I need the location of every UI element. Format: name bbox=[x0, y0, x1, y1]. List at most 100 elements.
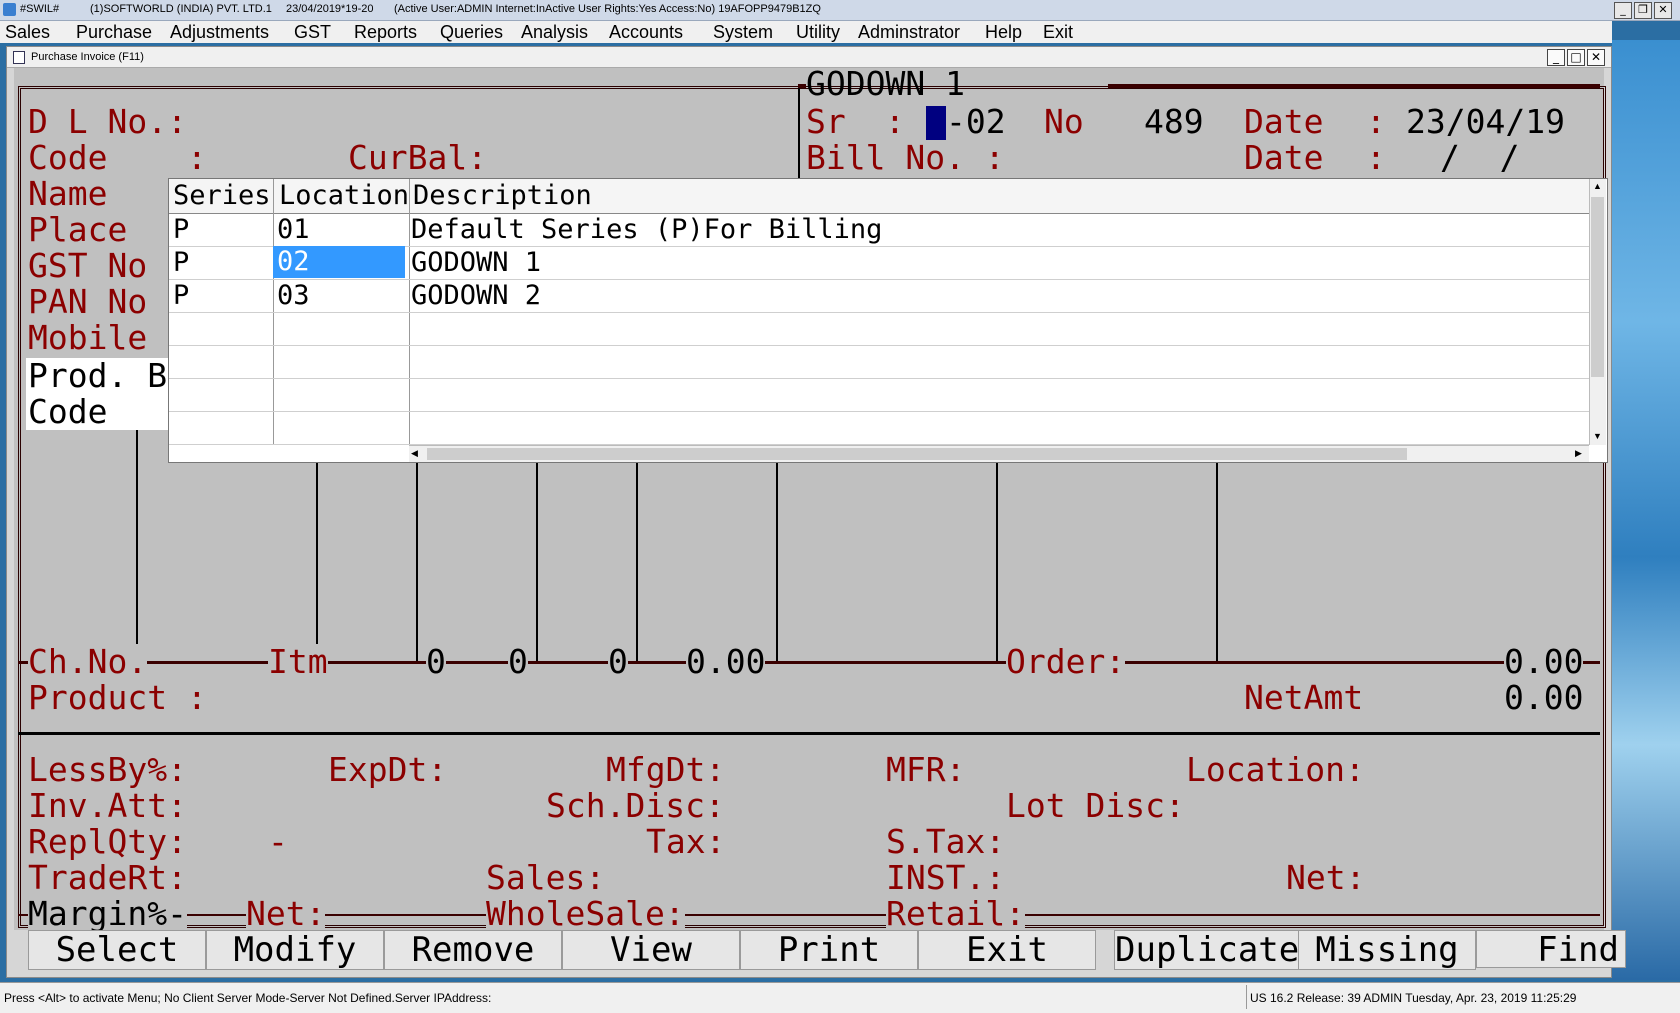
company-name: (1)SOFTWORLD (INDIA) PVT. LTD.1 bbox=[90, 3, 272, 15]
text-cursor[interactable] bbox=[926, 106, 946, 140]
sr-label: Sr bbox=[806, 102, 846, 141]
date-colon: : bbox=[1366, 102, 1386, 141]
retail-label: Retail: bbox=[886, 894, 1026, 933]
print-button[interactable]: Print bbox=[740, 930, 918, 970]
invatt-label: Inv.Att: bbox=[28, 786, 187, 825]
window-close-icon[interactable]: ✕ bbox=[1587, 49, 1605, 66]
dropdown-row[interactable]: P 03 GODOWN 2 bbox=[169, 279, 1589, 313]
bill-date-label: Date bbox=[1244, 138, 1324, 177]
modify-button[interactable]: Modify bbox=[206, 930, 384, 970]
hscroll-thumb[interactable] bbox=[427, 448, 1407, 460]
header-divider bbox=[798, 86, 800, 180]
row-description: GODOWN 2 bbox=[411, 280, 542, 311]
row-series: P bbox=[173, 214, 190, 245]
scroll-thumb[interactable] bbox=[1591, 197, 1604, 377]
grid-line bbox=[536, 460, 538, 662]
close-icon[interactable]: ✕ bbox=[1654, 2, 1672, 19]
scroll-up-icon[interactable]: ▲ bbox=[1593, 181, 1602, 191]
menu-gst[interactable]: GST bbox=[294, 22, 331, 43]
missing-button[interactable]: Missing bbox=[1298, 930, 1476, 970]
vertical-scrollbar[interactable]: ▲ ▼ bbox=[1589, 179, 1606, 445]
row-series: P bbox=[173, 247, 190, 278]
row-description: Default Series (P)For Billing bbox=[411, 214, 883, 245]
window-minimize-icon[interactable]: _ bbox=[1547, 49, 1565, 66]
scroll-left-icon[interactable]: ◀ bbox=[411, 448, 418, 459]
total-qty-1: 0 bbox=[426, 642, 446, 681]
order-label: Order: bbox=[1006, 642, 1126, 681]
mfr-label: MFR: bbox=[886, 750, 966, 789]
status-message: Press <Alt> to activate Menu; No Client … bbox=[4, 991, 492, 1005]
section-divider bbox=[18, 732, 1600, 735]
dropdown-row-empty bbox=[169, 312, 1589, 346]
curbal-label: CurBal: bbox=[348, 138, 488, 177]
lotdisc-label: Lot Disc: bbox=[1006, 786, 1185, 825]
menu-reports[interactable]: Reports bbox=[354, 22, 417, 43]
menu-accounts[interactable]: Accounts bbox=[609, 22, 683, 43]
row-location: 03 bbox=[277, 280, 310, 311]
row-series: P bbox=[173, 280, 190, 311]
grid-line bbox=[776, 460, 778, 662]
location-label: Location: bbox=[1186, 750, 1365, 789]
expdt-label: ExpDt: bbox=[328, 750, 448, 789]
netamt-label: NetAmt bbox=[1244, 678, 1364, 717]
margin-label: Margin%- bbox=[28, 894, 187, 933]
series-location-dropdown[interactable]: Series Location Description P 01 Default… bbox=[168, 178, 1608, 463]
dropdown-row-selected[interactable]: P 02 GODOWN 1 bbox=[169, 246, 1589, 280]
menu-help[interactable]: Help bbox=[985, 22, 1022, 43]
row-location: 01 bbox=[277, 214, 310, 245]
date-value[interactable]: 23/04/19 bbox=[1406, 104, 1565, 140]
code-label: Code : bbox=[28, 138, 207, 177]
menu-purchase[interactable]: Purchase bbox=[76, 22, 152, 43]
grid-line bbox=[996, 460, 998, 662]
duplicate-button[interactable]: Duplicate bbox=[1114, 930, 1300, 970]
dropdown-row[interactable]: P 01 Default Series (P)For Billing bbox=[169, 213, 1589, 247]
menu-system[interactable]: System bbox=[713, 22, 773, 43]
menu-adjustments[interactable]: Adjustments bbox=[170, 22, 269, 43]
net-label: Net: bbox=[1286, 858, 1366, 897]
select-button[interactable]: Select bbox=[28, 930, 206, 970]
session-datetime: 23/04/2019*19-20 bbox=[286, 3, 374, 15]
app-name: #SWIL# bbox=[20, 3, 60, 15]
scroll-right-icon[interactable]: ▶ bbox=[1575, 448, 1582, 459]
product-label: Product : bbox=[28, 678, 207, 717]
order-value: 0.00 bbox=[1504, 642, 1584, 681]
status-version: US 16.2 Release: 39 ADMIN Tuesday, Apr. … bbox=[1250, 991, 1577, 1005]
remove-button[interactable]: Remove bbox=[384, 930, 562, 970]
view-button[interactable]: View bbox=[562, 930, 740, 970]
no-value: 489 bbox=[1144, 102, 1204, 141]
grid-line bbox=[316, 460, 318, 662]
session-info: (Active User:ADMIN Internet:InActive Use… bbox=[394, 3, 821, 15]
restore-icon[interactable]: ❐ bbox=[1634, 2, 1652, 19]
menu-utility[interactable]: Utility bbox=[796, 22, 840, 43]
wholesale-label: WholeSale: bbox=[486, 894, 685, 933]
chno-label: Ch.No. bbox=[28, 642, 148, 681]
row-description: GODOWN 1 bbox=[411, 247, 542, 278]
itm-label: Itm bbox=[268, 642, 328, 681]
total-qty-2: 0 bbox=[508, 642, 528, 681]
dropdown-row-empty bbox=[169, 378, 1589, 412]
total-amount: 0.00 bbox=[686, 642, 766, 681]
stax-label: S.Tax: bbox=[886, 822, 1006, 861]
bill-no-label: Bill No. : bbox=[806, 138, 1005, 177]
scroll-down-icon[interactable]: ▼ bbox=[1593, 431, 1602, 441]
menu-adminstrator[interactable]: Adminstrator bbox=[858, 22, 960, 43]
menu-sales[interactable]: Sales bbox=[5, 22, 50, 43]
find-button[interactable]: Find bbox=[1476, 930, 1626, 969]
bill-date-value[interactable]: / / bbox=[1440, 140, 1519, 176]
minimize-icon[interactable]: _ bbox=[1614, 2, 1632, 19]
no-label: No bbox=[1044, 102, 1084, 141]
dropdown-row-empty bbox=[169, 411, 1589, 445]
exit-button[interactable]: Exit bbox=[918, 930, 1096, 970]
horizontal-scrollbar[interactable]: ◀ ▶ bbox=[409, 445, 1589, 462]
document-icon bbox=[13, 51, 25, 64]
window-maximize-icon[interactable]: □ bbox=[1567, 49, 1585, 66]
sr-value[interactable]: -02 bbox=[946, 104, 1006, 140]
total-qty-3: 0 bbox=[608, 642, 628, 681]
menu-analysis[interactable]: Analysis bbox=[521, 22, 588, 43]
bill-date-colon: : bbox=[1366, 138, 1386, 177]
prod-b-label: Prod. B bbox=[28, 356, 168, 395]
menu-queries[interactable]: Queries bbox=[440, 22, 503, 43]
menu-exit[interactable]: Exit bbox=[1043, 22, 1073, 43]
schdisc-label: Sch.Disc: bbox=[546, 786, 725, 825]
grid-line bbox=[136, 430, 138, 662]
